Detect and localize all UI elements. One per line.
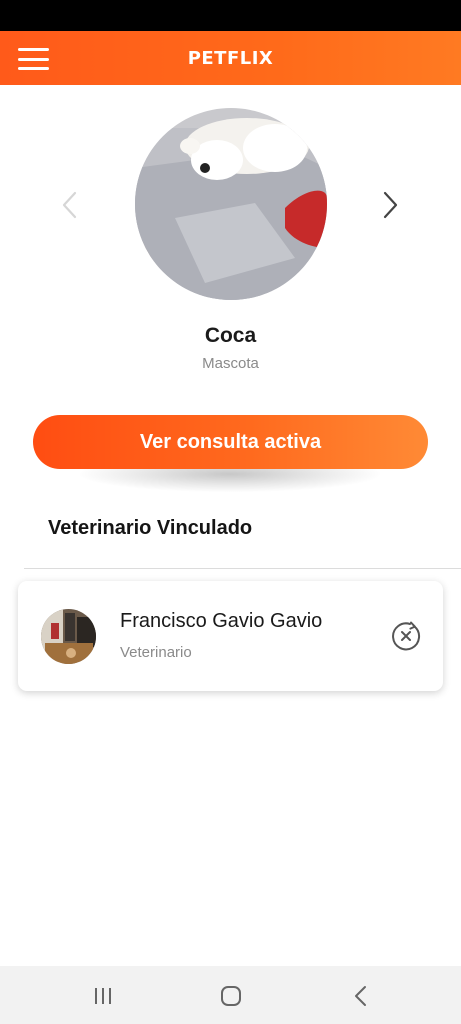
pet-role: Mascota xyxy=(202,355,259,372)
chevron-right-icon[interactable] xyxy=(379,188,401,222)
chevron-left-icon[interactable] xyxy=(59,188,81,222)
home-icon[interactable] xyxy=(218,983,244,1009)
system-nav-bar xyxy=(0,966,461,1024)
back-icon[interactable] xyxy=(348,983,374,1009)
recents-icon[interactable] xyxy=(90,983,116,1009)
view-active-consultation-button[interactable]: Ver consulta activa xyxy=(33,415,428,469)
divider xyxy=(24,568,461,569)
hamburger-menu-icon[interactable] xyxy=(18,48,49,70)
status-bar xyxy=(0,0,461,31)
vet-role: Veterinario xyxy=(120,644,192,661)
vet-card[interactable]: Francisco Gavio Gavio Veterinario xyxy=(18,581,443,691)
vet-name: Francisco Gavio Gavio xyxy=(120,610,323,632)
pet-photo xyxy=(135,108,327,300)
unlink-x-circle-icon[interactable] xyxy=(390,620,422,652)
section-title: Veterinario Vinculado xyxy=(48,517,253,539)
avatar xyxy=(41,609,96,664)
app-header: PETFLIX xyxy=(0,31,461,85)
app-logo: PETFLIX xyxy=(187,47,274,69)
pet-name: Coca xyxy=(204,324,257,347)
